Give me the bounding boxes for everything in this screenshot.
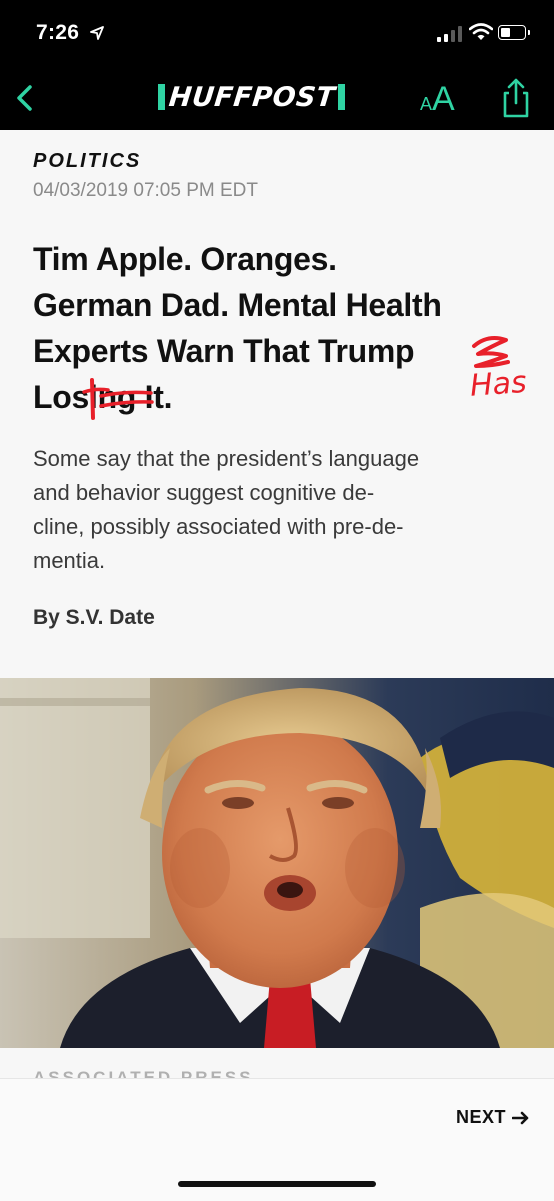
publish-date: 04/03/2019 07:05 PM EDT	[33, 180, 258, 201]
back-chevron-icon[interactable]	[8, 80, 44, 116]
section-label[interactable]: POLITICS	[33, 150, 141, 173]
dek-line: Some say that the president’s language	[33, 446, 420, 471]
headline-line: Tim Apple. Oranges.	[33, 241, 337, 277]
cellular-signal-icon	[437, 26, 463, 42]
headline-line-4: Losing It.	[33, 374, 533, 420]
share-icon[interactable]	[498, 76, 534, 120]
brand-wordmark: HUFFPOST	[167, 81, 337, 113]
headline-line: Experts Warn That Trump	[33, 333, 415, 369]
article-header: POLITICS 04/03/2019 07:05 PM EDT Tim App…	[0, 130, 554, 678]
dek-line: and behavior suggest cognitive de-	[33, 480, 375, 505]
headline-line4-suffix: It.	[136, 379, 173, 415]
article-dek: Some say that the president’s language a…	[33, 442, 523, 578]
font-size-large-glyph: A	[432, 80, 455, 118]
home-indicator[interactable]	[178, 1181, 376, 1187]
headline: Tim Apple. Oranges. German Dad. Mental H…	[33, 236, 533, 420]
font-size-button[interactable]: AA	[420, 80, 455, 120]
dek-line: cline, possibly associated with pre-de-	[33, 514, 404, 539]
headline-struck-text: ing	[89, 379, 137, 415]
bottom-bar: NEXT	[0, 1078, 554, 1201]
font-size-small-glyph: A	[420, 94, 433, 114]
location-arrow-icon	[90, 26, 104, 40]
battery-icon	[498, 25, 530, 40]
wifi-icon	[469, 23, 493, 40]
nav-bar: HUFFPOST AA	[0, 66, 554, 130]
next-article-button[interactable]: NEXT	[456, 1107, 530, 1128]
headline-line4-prefix: Los	[33, 379, 89, 415]
next-label: NEXT	[455, 1107, 506, 1127]
status-time: 7:26	[36, 21, 80, 44]
headline-line: German Dad. Mental Health	[33, 287, 442, 323]
article-hero-image	[0, 678, 554, 1048]
byline[interactable]: By S.V. Date	[33, 606, 155, 630]
huffpost-logo: HUFFPOST	[158, 81, 346, 113]
arrow-right-icon	[512, 1111, 529, 1124]
dek-line: mentia.	[33, 548, 106, 573]
status-bar: 7:26	[0, 0, 554, 66]
